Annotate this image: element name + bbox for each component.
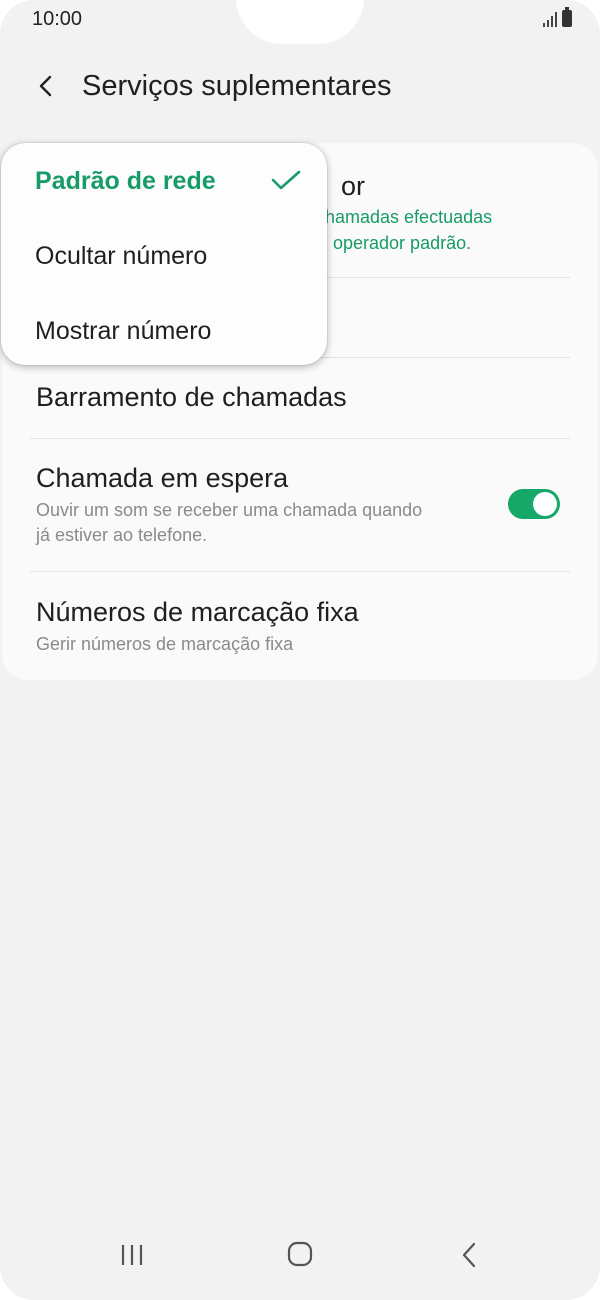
signal-icon <box>543 11 557 27</box>
caller-id-subtitle-line2: operador padrão. <box>333 233 472 253</box>
back-icon[interactable] <box>458 1241 480 1269</box>
back-button[interactable] <box>30 68 66 104</box>
call-waiting-subtitle-line1: Ouvir um som se receber uma chamada quan… <box>36 500 423 520</box>
status-bar: 10:00 <box>0 0 600 44</box>
caller-id-popup-menu: Padrão de rede Ocultar número Mostrar nú… <box>1 143 327 365</box>
call-waiting-item[interactable]: Chamada em espera Ouvir um som se recebe… <box>30 439 570 571</box>
app-header: Serviços suplementares <box>0 62 600 112</box>
call-waiting-toggle[interactable] <box>508 489 560 519</box>
fixed-dialing-subtitle: Gerir números de marcação fixa <box>36 634 294 654</box>
page-title: Serviços suplementares <box>82 70 392 102</box>
popup-option-ocultar-numero[interactable]: Ocultar número <box>35 242 207 271</box>
status-icons <box>543 7 572 27</box>
fixed-dialing-item[interactable]: Números de marcação fixa Gerir números d… <box>30 572 570 677</box>
call-waiting-subtitle-line2: já estiver ao telefone. <box>36 525 208 545</box>
caller-id-title: or <box>341 171 366 201</box>
call-waiting-title: Chamada em espera <box>36 463 289 493</box>
battery-icon <box>562 7 572 27</box>
call-barring-title: Barramento de chamadas <box>36 382 347 412</box>
phone-screen: 10:00 Serviços suplementares or hamadas … <box>0 0 600 1300</box>
popup-option-mostrar-numero[interactable]: Mostrar número <box>35 317 211 346</box>
recents-icon[interactable] <box>118 1242 146 1268</box>
home-icon[interactable] <box>287 1241 313 1267</box>
status-time: 10:00 <box>32 8 83 30</box>
checkmark-icon <box>271 170 301 190</box>
toggle-knob <box>533 492 557 516</box>
chevron-left-icon <box>39 75 52 97</box>
camera-notch <box>236 0 364 44</box>
navigation-bar <box>0 1230 600 1300</box>
fixed-dialing-title: Números de marcação fixa <box>36 597 359 627</box>
popup-option-padrao-de-rede[interactable]: Padrão de rede <box>35 167 216 196</box>
caller-id-subtitle-line1: hamadas efectuadas <box>325 207 493 227</box>
call-barring-item[interactable]: Barramento de chamadas <box>30 358 570 438</box>
